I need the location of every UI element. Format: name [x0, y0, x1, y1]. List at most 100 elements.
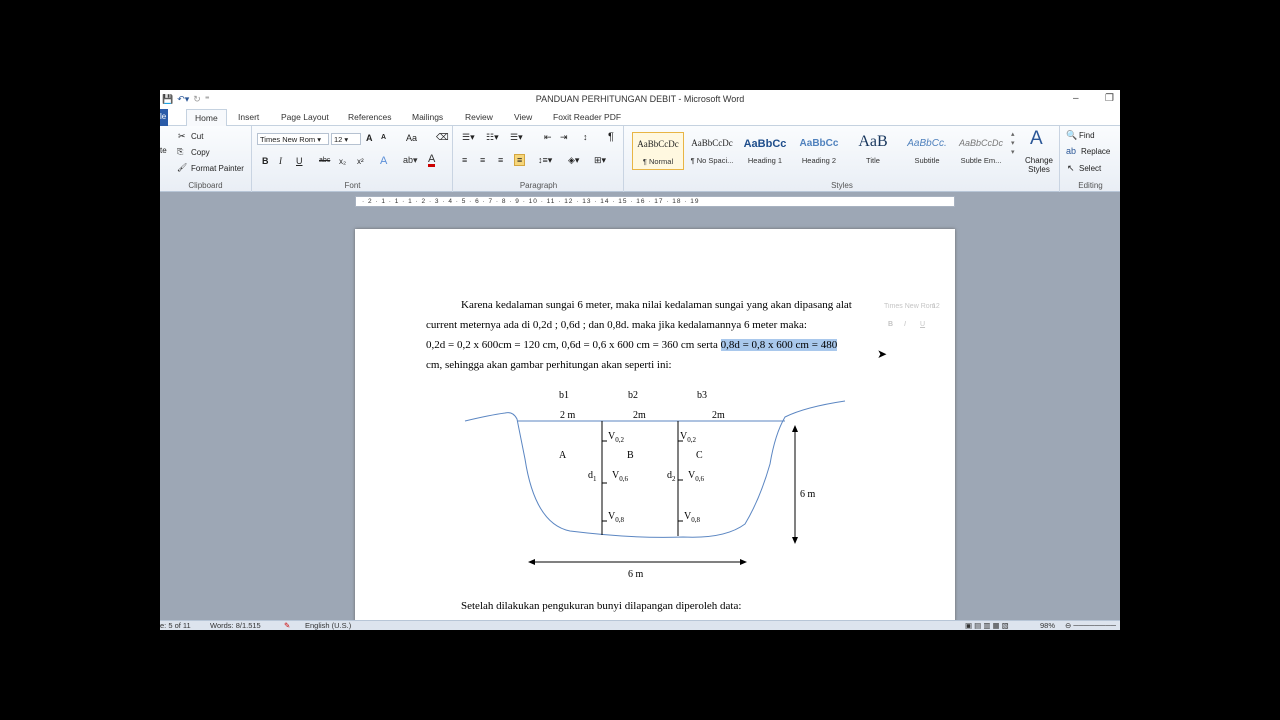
- label-width-2: 2m: [633, 410, 646, 421]
- selected-text: 0,8d = 0,8 x 600 cm = 480: [720, 339, 838, 351]
- select-button[interactable]: Select: [1079, 164, 1101, 173]
- style-label: Subtitle: [914, 156, 940, 165]
- tab-mailings[interactable]: Mailings: [412, 112, 443, 122]
- strikethrough-button[interactable]: abc: [319, 157, 330, 164]
- borders-icon[interactable]: ⊞▾: [594, 155, 606, 166]
- shrink-font-button[interactable]: A: [381, 134, 386, 141]
- proofing-icon[interactable]: ✎: [284, 621, 290, 630]
- zoom-slider[interactable]: ⊖ ──────── ⊕: [1065, 621, 1120, 630]
- select-icon: ↖: [1067, 163, 1075, 173]
- align-center-icon[interactable]: ≡: [480, 155, 485, 165]
- change-styles-button[interactable]: Change Styles: [1021, 156, 1057, 174]
- increase-indent-icon[interactable]: ⇥: [560, 132, 568, 143]
- sort-icon[interactable]: ↕: [583, 132, 588, 142]
- tab-references[interactable]: References: [348, 112, 391, 122]
- style-subtle-emphasis[interactable]: AaBbCcDc Subtle Em...: [955, 132, 1007, 170]
- tab-foxit[interactable]: Foxit Reader PDF: [553, 112, 621, 122]
- copy-button[interactable]: Copy: [191, 148, 210, 157]
- numbering-icon[interactable]: ☷▾: [486, 132, 499, 143]
- line-spacing-icon[interactable]: ↕≡▾: [538, 155, 552, 166]
- mini-toolbar[interactable]: Times New Rom 12 B I U: [880, 301, 1023, 337]
- tab-page-layout[interactable]: Page Layout: [281, 112, 329, 122]
- tab-insert[interactable]: Insert: [238, 112, 259, 122]
- italic-button[interactable]: I: [279, 156, 282, 166]
- label-section-c: C: [696, 450, 703, 461]
- document-area: · 2 · 1 · 1 · 1 · 2 · 3 · 4 · 5 · 6 · 7 …: [160, 192, 1120, 620]
- clipboard-group: te ✂ Cut ⎘ Copy 🖌 Format Painter Clipboa…: [160, 126, 252, 192]
- find-button[interactable]: Find: [1079, 131, 1095, 140]
- style-preview: AaBbCcDc: [691, 138, 733, 148]
- text-effects-icon[interactable]: A: [380, 155, 387, 167]
- horizontal-ruler[interactable]: · 2 · 1 · 1 · 1 · 2 · 3 · 4 · 5 · 6 · 7 …: [355, 196, 955, 207]
- mini-italic: I: [904, 321, 906, 328]
- mini-font-family: Times New Rom: [884, 303, 936, 310]
- word-count[interactable]: Words: 8/1.515: [210, 621, 261, 630]
- mouse-cursor-icon: ➤: [877, 347, 888, 361]
- v-sub: 0,8: [691, 516, 700, 524]
- bold-button[interactable]: B: [262, 156, 269, 166]
- font-color-icon[interactable]: A: [428, 154, 436, 167]
- grow-font-button[interactable]: A: [366, 133, 373, 143]
- clear-formatting-icon[interactable]: ⌫: [436, 132, 449, 143]
- mini-font-size: 12: [932, 303, 940, 310]
- tab-home[interactable]: Home: [186, 109, 227, 127]
- d-sub: 1: [593, 475, 597, 483]
- align-right-icon[interactable]: ≡: [498, 155, 503, 165]
- align-left-icon[interactable]: ≡: [462, 155, 467, 165]
- label-width-1: 2 m: [560, 410, 576, 421]
- page-count[interactable]: e: 5 of 11: [160, 621, 191, 630]
- font-group: Times New Rom ▾ 12 ▾ A A Aa ⌫ B I U abc …: [253, 126, 453, 192]
- paragraph-group-label: Paragraph: [519, 181, 558, 190]
- font-size-value: 12: [334, 135, 343, 144]
- show-formatting-icon[interactable]: ¶: [608, 131, 614, 143]
- justify-icon[interactable]: ≡: [514, 154, 526, 166]
- subscript-button[interactable]: x₂: [339, 157, 346, 166]
- style-normal[interactable]: AaBbCcDc ¶ Normal: [632, 132, 684, 170]
- style-heading-1[interactable]: AaBbCc Heading 1: [739, 132, 791, 170]
- minimize-button[interactable]: –: [1073, 93, 1079, 104]
- underline-button[interactable]: U: [296, 156, 303, 166]
- label-b2: b2: [628, 390, 638, 401]
- paragraph-line-2: current meternya ada di 0,2d ; 0,6d ; da…: [426, 319, 807, 331]
- shading-icon[interactable]: ◈▾: [568, 155, 579, 166]
- style-label: Subtle Em...: [960, 156, 1002, 165]
- format-painter-button[interactable]: Format Painter: [191, 164, 244, 173]
- styles-scroll-icon[interactable]: ▴ ▾ ▾: [1011, 130, 1015, 157]
- style-title[interactable]: AaB Title: [847, 132, 899, 170]
- language[interactable]: English (U.S.): [305, 621, 351, 630]
- label-d1: d1: [588, 470, 597, 483]
- style-label: Heading 2: [801, 156, 837, 165]
- multilevel-list-icon[interactable]: ☰▾: [510, 132, 523, 143]
- font-family-select[interactable]: Times New Rom ▾: [257, 133, 329, 145]
- paragraph-line-3: 0,2d = 0,2 x 600cm = 120 cm, 0,6d = 0,6 …: [426, 339, 838, 351]
- paste-button[interactable]: te: [160, 146, 167, 155]
- label-section-b: B: [627, 450, 634, 461]
- change-case-button[interactable]: Aa: [406, 133, 417, 143]
- style-no-spacing[interactable]: AaBbCcDc ¶ No Spaci...: [686, 132, 738, 170]
- tab-review[interactable]: Review: [465, 112, 493, 122]
- v-sub: 0,2: [687, 436, 696, 444]
- superscript-button[interactable]: x²: [357, 157, 364, 166]
- label-b3: b3: [697, 390, 707, 401]
- zoom-level[interactable]: 98%: [1040, 621, 1055, 630]
- restore-button[interactable]: ❐: [1105, 93, 1114, 104]
- cut-button[interactable]: Cut: [191, 132, 203, 141]
- paragraph-group: ☰▾ ☷▾ ☰▾ ⇤ ⇥ ↕ ¶ ≡ ≡ ≡ ≡ ↕≡▾ ◈▾ ⊞▾ Parag…: [454, 126, 624, 192]
- label-depth: 6 m: [800, 489, 816, 500]
- view-buttons[interactable]: ▣ ▤ ▥ ▦ ▧: [965, 621, 1009, 630]
- style-heading-2[interactable]: AaBbCc Heading 2: [793, 132, 845, 170]
- tab-view[interactable]: View: [514, 112, 532, 122]
- label-section-a: A: [559, 450, 567, 461]
- bullets-icon[interactable]: ☰▾: [462, 132, 475, 143]
- style-subtitle[interactable]: AaBbCc. Subtitle: [901, 132, 953, 170]
- decrease-indent-icon[interactable]: ⇤: [544, 132, 552, 143]
- replace-button[interactable]: Replace: [1081, 147, 1110, 156]
- highlight-color-icon[interactable]: ab▾: [403, 155, 418, 166]
- tab-file[interactable]: le: [160, 109, 168, 126]
- font-size-select[interactable]: 12 ▾: [331, 133, 361, 145]
- label-v08-c: V0,8: [684, 511, 700, 524]
- paragraph-line-5: Setelah dilakukan pengukuran bunyi dilap…: [461, 600, 742, 612]
- word-window: 💾 ↶▾ ↻ ⁼ PANDUAN PERHITUNGAN DEBIT - Mic…: [160, 90, 1120, 630]
- document-page[interactable]: Karena kedalaman sungai 6 meter, maka ni…: [355, 229, 955, 620]
- label-d2: d2: [667, 470, 676, 483]
